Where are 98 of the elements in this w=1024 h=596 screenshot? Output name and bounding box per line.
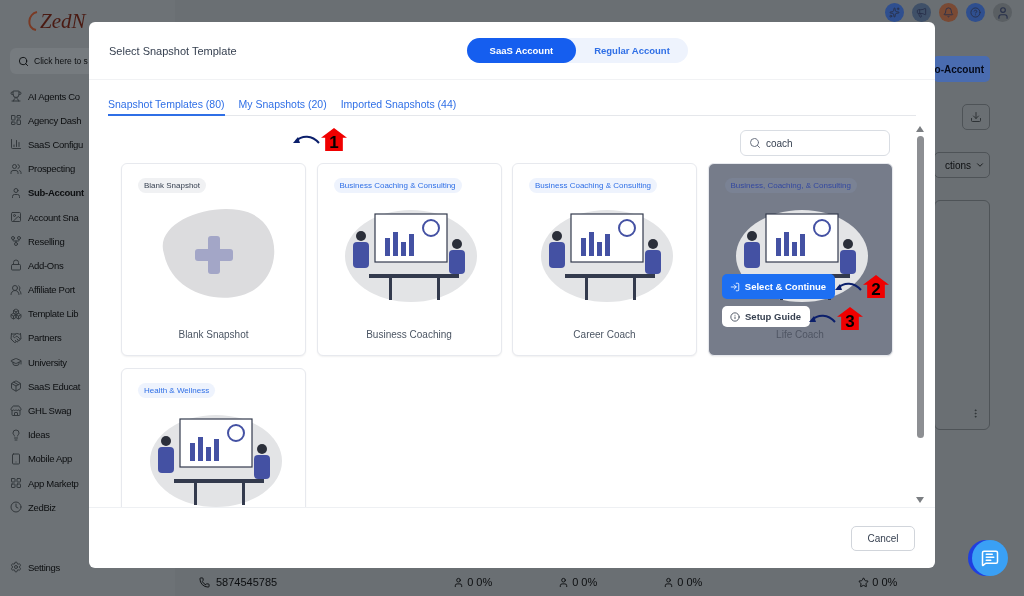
logo-swoosh-icon <box>26 10 38 32</box>
dashboard-icon <box>10 114 22 127</box>
fork-icon <box>10 235 22 248</box>
enter-icon <box>729 281 740 292</box>
bell-icon[interactable] <box>939 3 958 22</box>
boxes-icon <box>10 307 22 320</box>
stat-count: 0 <box>572 576 579 588</box>
sidebar-item[interactable]: Add-Ons <box>0 253 175 278</box>
account-type-option[interactable]: Regular Account <box>576 38 688 63</box>
sidebar-item-label: ZedBiz <box>28 501 56 513</box>
settings-label: Settings <box>28 561 60 573</box>
stat-percent: 0% <box>881 576 898 588</box>
lightbulb-icon <box>10 428 22 441</box>
sidebar-item-label: Mobile App <box>28 453 72 465</box>
chevron-down-icon <box>975 160 985 170</box>
tab[interactable]: Imported Snapshots (44) <box>340 98 457 116</box>
search-field[interactable]: coach <box>740 130 890 156</box>
sidebar-item-label: Affiliate Port <box>28 284 75 296</box>
person-icon <box>558 576 570 588</box>
card-title: Business Coaching <box>366 329 452 340</box>
sidebar-item[interactable]: Template Lib <box>0 301 175 326</box>
create-account-button[interactable]: o-Account <box>932 56 990 82</box>
package-icon <box>10 380 22 393</box>
phone-number: 5874545785 <box>216 576 278 588</box>
settings-icon <box>10 561 22 573</box>
sidebar-item[interactable]: University <box>0 350 175 375</box>
person-icon <box>663 576 675 588</box>
bar-chart-icon <box>10 138 22 151</box>
avatar-icon[interactable] <box>993 3 1012 22</box>
grid-icon <box>10 477 22 490</box>
stat-count: 0 <box>677 576 684 588</box>
tab[interactable]: Snapshot Templates (80) <box>108 98 225 116</box>
sidebar-item-label: Prospecting <box>28 163 75 175</box>
cancel-button[interactable]: Cancel <box>851 525 915 551</box>
tab[interactable]: My Snapshots (20) <box>238 98 327 116</box>
trophy-icon <box>10 90 22 103</box>
clock-icon <box>10 501 22 514</box>
sidebar-item[interactable]: Mobile App <box>0 446 175 471</box>
sidebar-item-label: Reselling <box>28 235 65 247</box>
star-icon <box>858 576 870 588</box>
sidebar-item-label: AI Agents Co <box>28 90 80 102</box>
stat-percent: 0% <box>686 576 703 588</box>
category-tag: Business Coaching & Consulting <box>529 178 658 193</box>
logo-text: ZedN <box>40 8 86 34</box>
select-continue-button[interactable]: Select & Continue <box>721 274 835 299</box>
card-title: Blank Snapshot <box>178 329 249 340</box>
person-icon <box>453 576 465 588</box>
setup-guide-button[interactable]: Setup Guide <box>721 306 810 327</box>
search-icon <box>749 137 761 149</box>
card-title: Career Coach <box>573 329 636 340</box>
sidebar-item-label: App Marketp <box>28 477 79 489</box>
stat-percent: 0% <box>476 576 493 588</box>
category-tag: Blank Snapshot <box>138 178 207 193</box>
lock-icon <box>10 259 22 272</box>
sidebar-item-label: Sub-Account <box>28 187 84 199</box>
help-icon[interactable] <box>966 3 985 22</box>
megaphone-icon[interactable] <box>912 3 931 22</box>
sidebar-item-label: Partners <box>28 332 62 344</box>
sidebar-item[interactable]: GHL Swag <box>0 398 175 423</box>
store-icon <box>10 404 22 417</box>
account-type-option[interactable]: SaaS Account <box>466 38 577 63</box>
sidebar-item[interactable]: Account Sna <box>0 204 175 230</box>
sidebar-item-label: Ideas <box>28 429 50 441</box>
sidebar-item-label: GHL Swag <box>28 405 72 417</box>
sidebar-item-label: Add-Ons <box>28 259 64 271</box>
sidebar-item[interactable]: Partners <box>0 325 175 351</box>
image-icon <box>10 211 22 224</box>
settings-item[interactable]: Settings <box>0 552 175 582</box>
sidebar-item[interactable]: App Marketp <box>0 471 175 496</box>
chat-widget-icon[interactable] <box>972 540 1008 576</box>
sidebar-item-label: Account Sna <box>28 211 79 223</box>
smartphone-icon <box>10 452 22 465</box>
info-icon <box>730 311 740 322</box>
sidebar-item[interactable]: SaaS Configu <box>0 132 175 157</box>
graduation-cap-icon <box>10 356 22 369</box>
handshake-icon <box>10 331 22 344</box>
stat-count: 0 <box>467 576 474 588</box>
phone-icon <box>199 576 210 588</box>
stat-percent: 0% <box>581 576 598 588</box>
sidebar-item[interactable]: Prospecting <box>0 156 175 181</box>
sidebar-item[interactable]: Affiliate Port <box>0 277 175 302</box>
sidebar-item[interactable]: ZedBiz <box>0 495 175 520</box>
users-icon <box>10 162 22 175</box>
search-icon <box>18 55 29 67</box>
group-icon <box>10 283 22 296</box>
sparkle-icon[interactable] <box>885 3 904 22</box>
sidebar-item-label: SaaS Configu <box>28 138 84 150</box>
stat-count: 0 <box>872 576 879 588</box>
sidebar-item-label: University <box>28 356 67 368</box>
sidebar-item-label: SaaS Educat <box>28 380 81 392</box>
user-icon <box>10 186 22 199</box>
sidebar-item[interactable]: Reselling <box>0 229 175 254</box>
sidebar-item[interactable]: Ideas <box>0 422 175 447</box>
category-tag: Business Coaching & Consulting <box>333 178 462 193</box>
sidebar-item-label: Template Lib <box>28 308 79 320</box>
sidebar-item-label: Agency Dash <box>28 114 82 126</box>
category-tag: Health & Wellness <box>138 383 216 398</box>
download-icon[interactable] <box>962 104 990 130</box>
